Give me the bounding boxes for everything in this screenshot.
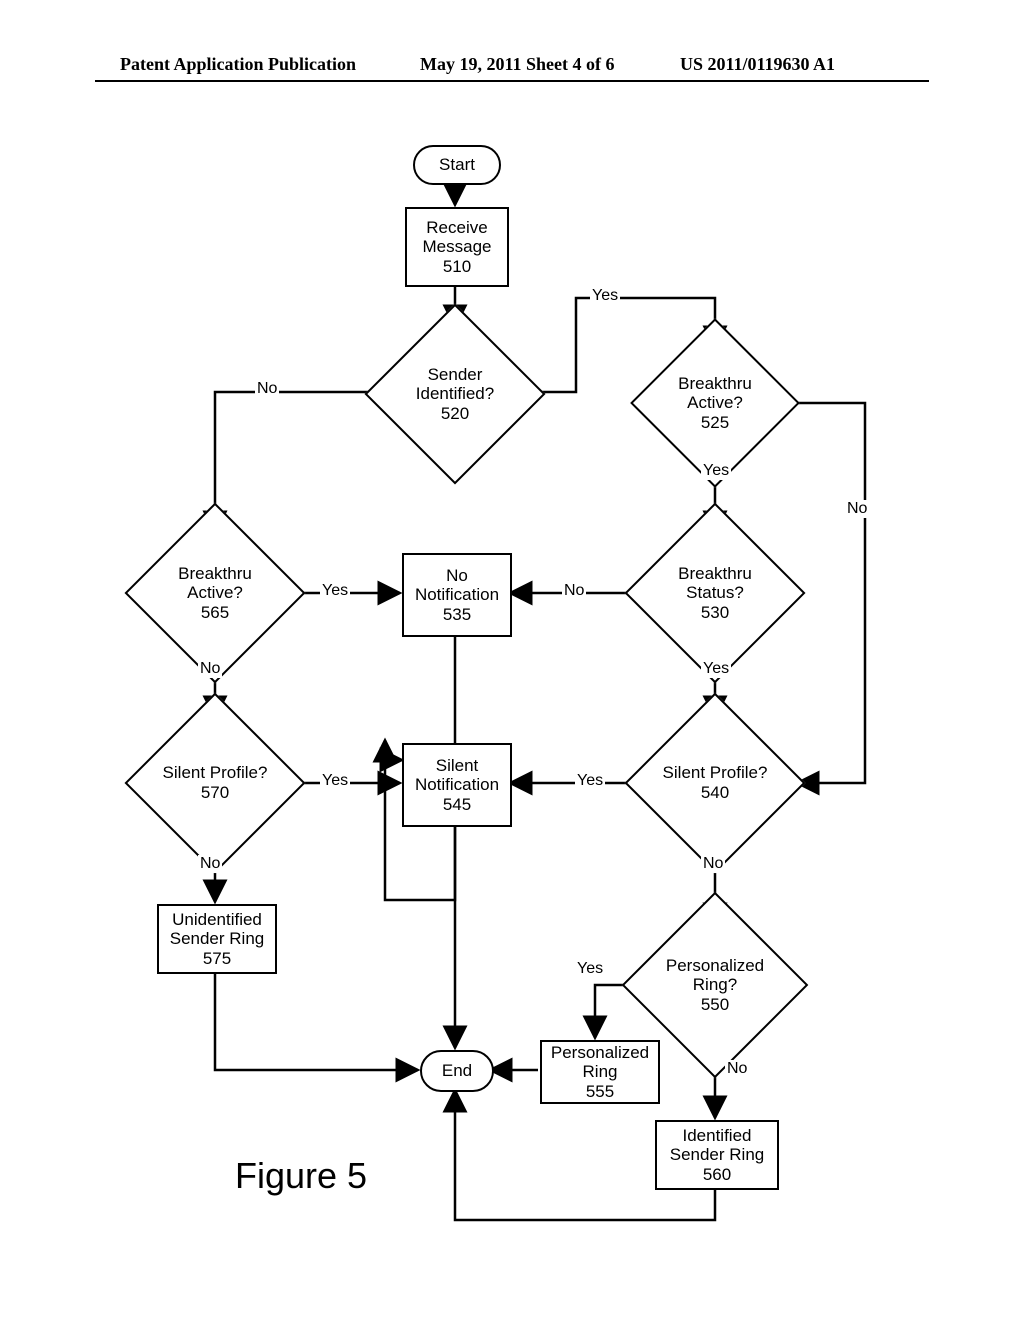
- label-570-no: No: [198, 855, 222, 873]
- label-550-yes: Yes: [575, 960, 605, 978]
- header-right: US 2011/0119630 A1: [680, 54, 835, 75]
- decision-570: Silent Profile? 570: [115, 683, 315, 883]
- end-label: End: [442, 1061, 472, 1081]
- header-left: Patent Application Publication: [120, 54, 356, 75]
- label-520-yes: Yes: [590, 287, 620, 305]
- process-510: Receive Message 510: [405, 207, 509, 287]
- label-530-yes: Yes: [701, 660, 731, 678]
- process-575: Unidentified Sender Ring 575: [157, 904, 277, 974]
- process-560: Identified Sender Ring 560: [655, 1120, 779, 1190]
- header-mid: May 19, 2011 Sheet 4 of 6: [420, 54, 614, 75]
- label-565-no: No: [198, 660, 222, 678]
- label-550-no: No: [725, 1060, 749, 1078]
- terminator-start: Start: [413, 145, 501, 185]
- process-555: Personalized Ring 555: [540, 1040, 660, 1104]
- label-540-yes: Yes: [575, 772, 605, 790]
- decision-540: Silent Profile? 540: [615, 683, 815, 883]
- start-label: Start: [439, 155, 475, 175]
- process-535: No Notification 535: [402, 553, 512, 637]
- decision-520: Sender Identified? 520: [361, 300, 549, 488]
- header-rule: [95, 80, 929, 82]
- label-525-no: No: [845, 500, 869, 518]
- label-520-no: No: [255, 380, 279, 398]
- label-540-no: No: [701, 855, 725, 873]
- label-525-yes: Yes: [701, 462, 731, 480]
- process-545: Silent Notification 545: [402, 743, 512, 827]
- label-570-yes: Yes: [320, 772, 350, 790]
- label-530-no: No: [562, 582, 586, 600]
- label-565-yes: Yes: [320, 582, 350, 600]
- figure-label: Figure 5: [235, 1155, 367, 1197]
- terminator-end: End: [420, 1050, 494, 1092]
